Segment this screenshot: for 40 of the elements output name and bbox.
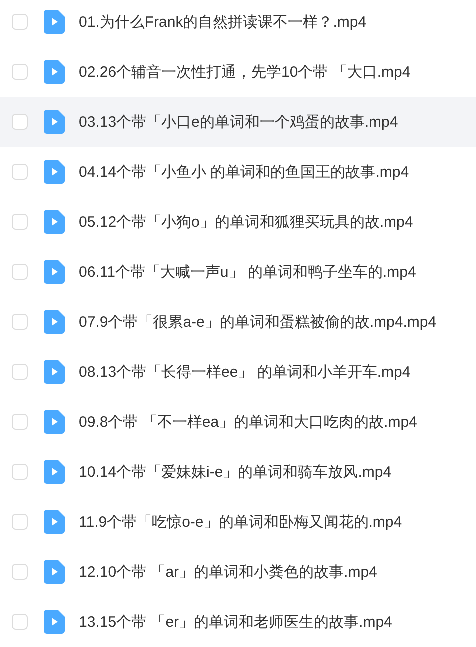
file-name[interactable]: 09.8个带 「不一样ea」的单词和大口吃肉的故.mp4 <box>79 412 418 432</box>
video-file-icon <box>44 110 65 134</box>
file-name[interactable]: 13.15个带 「er」的单词和老师医生的故事.mp4 <box>79 612 392 632</box>
checkbox[interactable] <box>12 614 28 630</box>
checkbox[interactable] <box>12 64 28 80</box>
file-name[interactable]: 04.14个带「小鱼小 的单词和的鱼国王的故事.mp4 <box>79 162 410 182</box>
video-file-icon <box>44 610 65 634</box>
video-file-icon <box>44 510 65 534</box>
file-name[interactable]: 03.13个带「小口e的单词和一个鸡蛋的故事.mp4 <box>79 112 398 132</box>
checkbox[interactable] <box>12 464 28 480</box>
file-name[interactable]: 05.12个带「小狗o」的单词和狐狸买玩具的故.mp4 <box>79 212 414 232</box>
checkbox[interactable] <box>12 414 28 430</box>
file-name[interactable]: 06.11个带「大喊一声u」 的单词和鸭子坐车的.mp4 <box>79 262 416 282</box>
checkbox[interactable] <box>12 14 28 30</box>
checkbox[interactable] <box>12 564 28 580</box>
checkbox[interactable] <box>12 114 28 130</box>
file-name[interactable]: 01.为什么Frank的自然拼读课不一样？.mp4 <box>79 12 367 32</box>
video-file-icon <box>44 10 65 34</box>
video-file-icon <box>44 210 65 234</box>
video-file-icon <box>44 560 65 584</box>
file-name[interactable]: 12.10个带 「ar」的单词和小粪色的故事.mp4 <box>79 562 378 582</box>
checkbox[interactable] <box>12 364 28 380</box>
video-file-icon <box>44 310 65 334</box>
video-file-icon <box>44 460 65 484</box>
video-file-icon <box>44 410 65 434</box>
video-file-icon <box>44 160 65 184</box>
checkbox[interactable] <box>12 314 28 330</box>
checkbox[interactable] <box>12 164 28 180</box>
file-row[interactable]: 03.13个带「小口e的单词和一个鸡蛋的故事.mp4 <box>0 97 476 147</box>
file-name[interactable]: 07.9个带「很累a-e」的单词和蛋糕被偷的故.mp4.mp4 <box>79 312 437 332</box>
file-name[interactable]: 08.13个带「长得一样ee」 的单词和小羊开车.mp4 <box>79 362 411 382</box>
video-file-icon <box>44 60 65 84</box>
file-name[interactable]: 02.26个辅音一次性打通，先学10个带 「大口.mp4 <box>79 62 411 82</box>
video-file-icon <box>44 360 65 384</box>
checkbox[interactable] <box>12 514 28 530</box>
checkbox[interactable] <box>12 214 28 230</box>
checkbox[interactable] <box>12 264 28 280</box>
file-name[interactable]: 11.9个带「吃惊o-e」的单词和卧梅又闻花的.mp4 <box>79 512 402 532</box>
file-name[interactable]: 10.14个带「爱妹妹i-e」的单词和骑车放风.mp4 <box>79 462 392 482</box>
video-file-icon <box>44 260 65 284</box>
